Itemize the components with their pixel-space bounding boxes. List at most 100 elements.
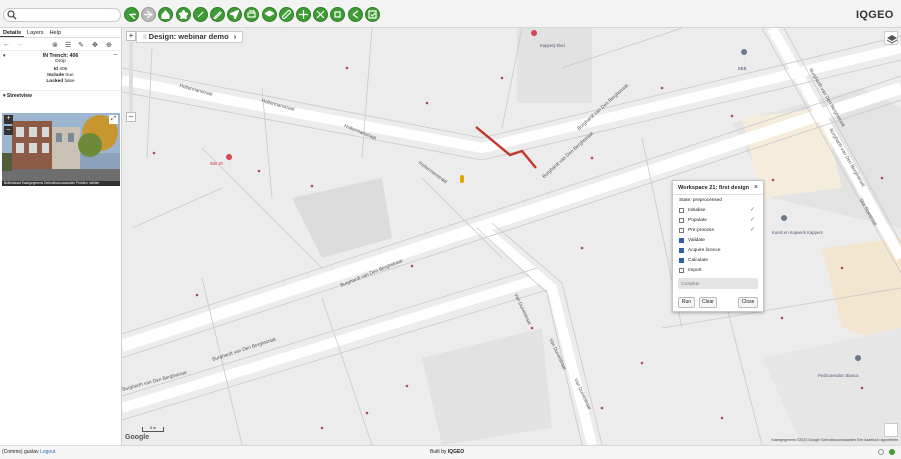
edit-icon[interactable]: ✎ — [78, 41, 84, 49]
search-icon — [7, 10, 17, 20]
tab-layers[interactable]: Layers — [24, 28, 47, 37]
move-icon[interactable]: ✥ — [92, 41, 98, 49]
step-checkbox[interactable] — [679, 258, 684, 263]
step-label: Acquire licence — [688, 248, 721, 253]
workflow-step: Import — [673, 266, 763, 276]
workflow-state: State: preprocessed — [679, 198, 722, 203]
measure-button[interactable] — [278, 7, 294, 22]
step-label: Calculate — [688, 258, 708, 263]
search-field[interactable] — [18, 10, 118, 20]
close-circle-icon[interactable]: ⊗ — [52, 41, 58, 49]
split-button[interactable] — [296, 7, 311, 22]
google-logo: Google — [125, 434, 150, 441]
streetview-label: Streetview — [6, 93, 32, 99]
workflow-step: Initialise ✓ — [673, 206, 763, 216]
search-input[interactable] — [3, 8, 121, 22]
run-button[interactable]: Run — [678, 297, 695, 308]
back-arrow-icon[interactable]: ← — [3, 41, 10, 48]
workflow-step: Populate ✓ — [673, 216, 763, 226]
built-by-brand: IQGEO — [447, 449, 465, 455]
print-icon — [247, 10, 256, 18]
pencil-button[interactable] — [210, 7, 225, 22]
map-scale: 5 m — [142, 426, 164, 432]
layers-button[interactable] — [261, 7, 277, 22]
field-label: Id — [53, 67, 58, 72]
zoom-out-button[interactable]: – — [126, 112, 136, 122]
layers-control[interactable] — [884, 31, 898, 45]
measure-icon — [281, 10, 291, 19]
streetview-zoom-in[interactable]: + — [4, 115, 13, 124]
share-button[interactable] — [347, 7, 363, 22]
network-button[interactable] — [330, 7, 346, 22]
place-label: Pedicuresalon Bianca — [818, 373, 859, 378]
step-checkbox[interactable] — [679, 208, 684, 213]
step-checkbox[interactable] — [679, 218, 684, 223]
star-button[interactable] — [175, 7, 191, 22]
check-icon: ✓ — [749, 227, 755, 233]
place-label: 888 JR — [210, 161, 224, 166]
zoom-in-button[interactable]: + — [126, 31, 136, 41]
home-icon — [161, 10, 170, 19]
streetview-caption: Bullenstraat Kaartgegevens Gebruiksvoorw… — [2, 181, 120, 186]
layers-icon — [264, 10, 274, 17]
layers-icon — [886, 35, 898, 44]
forward-icon — [144, 10, 154, 19]
fullscreen-button[interactable] — [884, 423, 898, 437]
map-base — [122, 28, 901, 445]
link-button[interactable] — [192, 7, 208, 22]
home-button[interactable] — [158, 7, 174, 22]
status-indicator-online — [889, 449, 895, 455]
logout-link[interactable]: Logout — [40, 449, 55, 455]
tab-details[interactable]: Details — [0, 28, 25, 37]
split-icon — [299, 10, 308, 19]
star-icon — [178, 10, 188, 19]
back-button[interactable] — [124, 7, 139, 22]
step-checkbox[interactable] — [679, 268, 684, 273]
step-label: Populate — [688, 218, 707, 223]
place-label: Kunst en Kopwerk Kappers — [772, 230, 823, 235]
streetview-image — [2, 113, 120, 186]
status-bar: Complete — [678, 278, 758, 289]
step-label: Validate — [688, 238, 705, 243]
chevron-right-icon[interactable]: › — [234, 32, 237, 41]
locate-button[interactable] — [227, 7, 243, 22]
collapse-icon[interactable]: ▾ — [3, 53, 6, 59]
print-button[interactable] — [244, 7, 260, 22]
list-icon[interactable]: ☰ — [65, 41, 71, 49]
streetview-header[interactable]: ▾ Streetview — [0, 93, 121, 101]
streetview-zoom-out[interactable]: – — [4, 126, 13, 135]
step-checkbox[interactable] — [679, 228, 684, 233]
expand-icon[interactable]: ⤢ — [109, 115, 118, 124]
workflow-button[interactable] — [364, 7, 380, 22]
step-checkbox[interactable] — [679, 238, 684, 243]
workflow-icon — [368, 10, 377, 19]
place-label: Kapperij Ekel — [540, 43, 565, 48]
field-value: true — [65, 73, 74, 78]
feature-subtitle: Drop — [55, 59, 66, 64]
field-value: 406 — [59, 67, 68, 72]
map-canvas[interactable]: Holtermanstraat Holtermanstraat Holtermans… — [122, 28, 901, 445]
feature-details: ▾ – IN Trench: 406 Drop Id 406 Include t… — [0, 51, 121, 91]
clear-button[interactable]: Clear — [699, 297, 717, 308]
tools-button[interactable] — [313, 7, 329, 22]
step-label: Import — [688, 268, 702, 273]
iqgeo-logo: IQGEO — [856, 9, 894, 21]
workflow-step: Validate — [673, 236, 763, 246]
close-button[interactable]: Close — [738, 297, 758, 308]
step-label: Pre-process — [688, 228, 714, 233]
forward-button[interactable] — [141, 7, 157, 22]
share-icon — [352, 10, 358, 19]
field-label: Include — [47, 73, 65, 78]
tab-help[interactable]: Help — [47, 28, 64, 37]
zoom-to-icon[interactable]: ⊕ — [106, 41, 112, 49]
step-checkbox[interactable] — [679, 248, 684, 253]
close-icon[interactable]: × — [754, 184, 758, 191]
streetview-photo[interactable]: + – ⤢ Bullenstraat Kaartgegevens Gebruik… — [2, 113, 120, 186]
check-icon: ✓ — [749, 217, 755, 223]
design-title-bar[interactable]: ⁞⁞ Design: webinar demo › — [136, 31, 244, 43]
pegman-icon[interactable] — [460, 175, 464, 183]
zoom-slider[interactable] — [129, 42, 133, 112]
forward-arrow-icon[interactable]: → — [16, 41, 23, 48]
minimize-icon[interactable]: – — [114, 52, 117, 58]
design-title: Design: webinar demo — [148, 32, 229, 41]
